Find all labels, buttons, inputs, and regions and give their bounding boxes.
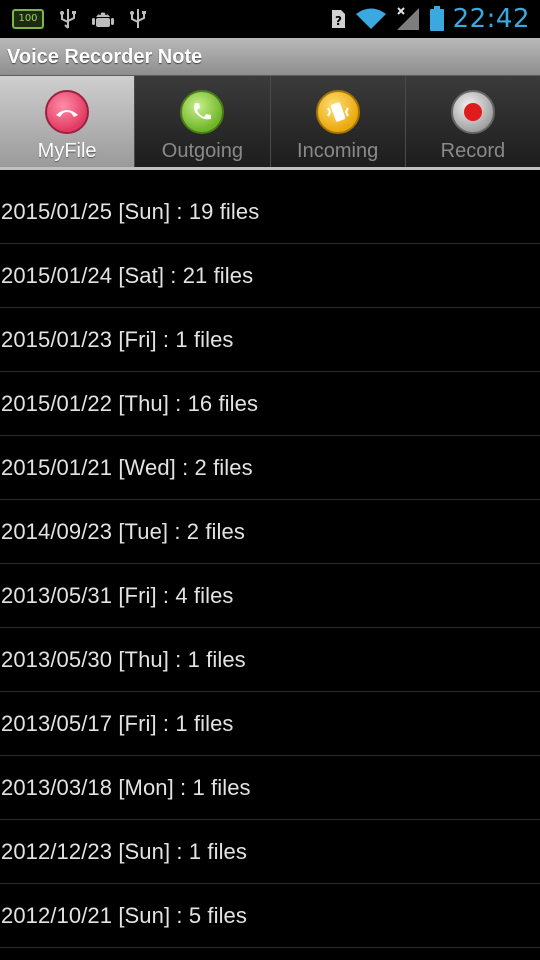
- list-item[interactable]: 2015/01/24 [Sat] : 21 files: [0, 244, 540, 308]
- phone-vibrate-icon: [315, 90, 360, 134]
- status-bar: 100 ? 22:42: [0, 0, 540, 38]
- svg-text:?: ?: [335, 14, 342, 28]
- list-item[interactable]: 2015/01/25 [Sun] : 19 files: [0, 180, 540, 244]
- list-item-label: 2014/09/23 [Tue] : 2 files: [1, 518, 245, 544]
- list-item[interactable]: 2013/05/31 [Fri] : 4 files: [0, 564, 540, 628]
- list-item-label: 2013/05/31 [Fri] : 4 files: [1, 582, 234, 608]
- usb-icon: [130, 9, 146, 28]
- list-item[interactable]: 2015/01/23 [Fri] : 1 files: [0, 308, 540, 372]
- sim-unknown-icon: ?: [331, 10, 345, 28]
- list-item-label: 2015/01/23 [Fri] : 1 files: [1, 326, 234, 352]
- list-item-label: 2015/01/21 [Wed] : 2 files: [1, 454, 253, 480]
- list-item-label: 2015/01/22 [Thu] : 16 files: [1, 390, 259, 416]
- record-dot-icon: [450, 90, 495, 134]
- list-item[interactable]: 2012/12/23 [Sun] : 1 files: [0, 820, 540, 884]
- list-item[interactable]: 2012/10/21 [Sun] : 5 files: [0, 884, 540, 948]
- list-item[interactable]: 2013/05/17 [Fri] : 1 files: [0, 692, 540, 756]
- list-item[interactable]: 2014/09/23 [Tue] : 2 files: [0, 500, 540, 564]
- list-item-label: 2015/01/24 [Sat] : 21 files: [1, 262, 254, 288]
- phone-outgoing-icon: [180, 90, 225, 134]
- tab-incoming[interactable]: Incoming: [270, 76, 406, 167]
- list-item[interactable]: 2013/05/30 [Thu] : 1 files: [0, 628, 540, 692]
- battery-icon: [429, 6, 444, 31]
- list-item-label: 2012/10/21 [Sun] : 5 files: [1, 902, 247, 928]
- tab-record[interactable]: Record: [405, 76, 540, 167]
- tab-label: Record: [440, 140, 506, 162]
- tab-label: Outgoing: [161, 140, 243, 162]
- list-item-label: 2013/03/18 [Mon] : 1 files: [1, 774, 251, 800]
- list-item-label: 2012/12/23 [Sun] : 1 files: [1, 838, 247, 864]
- app-title: Voice Recorder Note: [7, 46, 203, 68]
- tab-outgoing[interactable]: Outgoing: [135, 76, 271, 167]
- signal-no-data-icon: [396, 7, 419, 30]
- list-item[interactable]: 2013/03/18 [Mon] : 1 files: [0, 756, 540, 820]
- usb-icon: [60, 9, 76, 29]
- file-group-list: 2015/01/25 [Sun] : 19 files 2015/01/24 […: [0, 180, 540, 948]
- tab-bar: MyFile Outgoing Incoming Record: [0, 76, 540, 170]
- android-debug-icon: [92, 12, 114, 27]
- list-item-label: 2013/05/30 [Thu] : 1 files: [1, 646, 246, 672]
- wifi-icon: [355, 8, 386, 29]
- list-item-label: 2013/05/17 [Fri] : 1 files: [1, 710, 234, 736]
- battery-full-notification-icon: 100: [12, 9, 44, 29]
- list-item[interactable]: 2015/01/21 [Wed] : 2 files: [0, 436, 540, 500]
- app-title-bar: Voice Recorder Note: [0, 38, 540, 76]
- tab-myfile[interactable]: MyFile: [0, 76, 136, 167]
- tab-label: MyFile: [37, 140, 97, 162]
- list-item-label: 2015/01/25 [Sun] : 19 files: [1, 198, 260, 224]
- phone-hangup-icon: [45, 90, 90, 134]
- clock: 22:42: [452, 4, 530, 34]
- tab-label: Incoming: [297, 140, 379, 162]
- list-item[interactable]: 2015/01/22 [Thu] : 16 files: [0, 372, 540, 436]
